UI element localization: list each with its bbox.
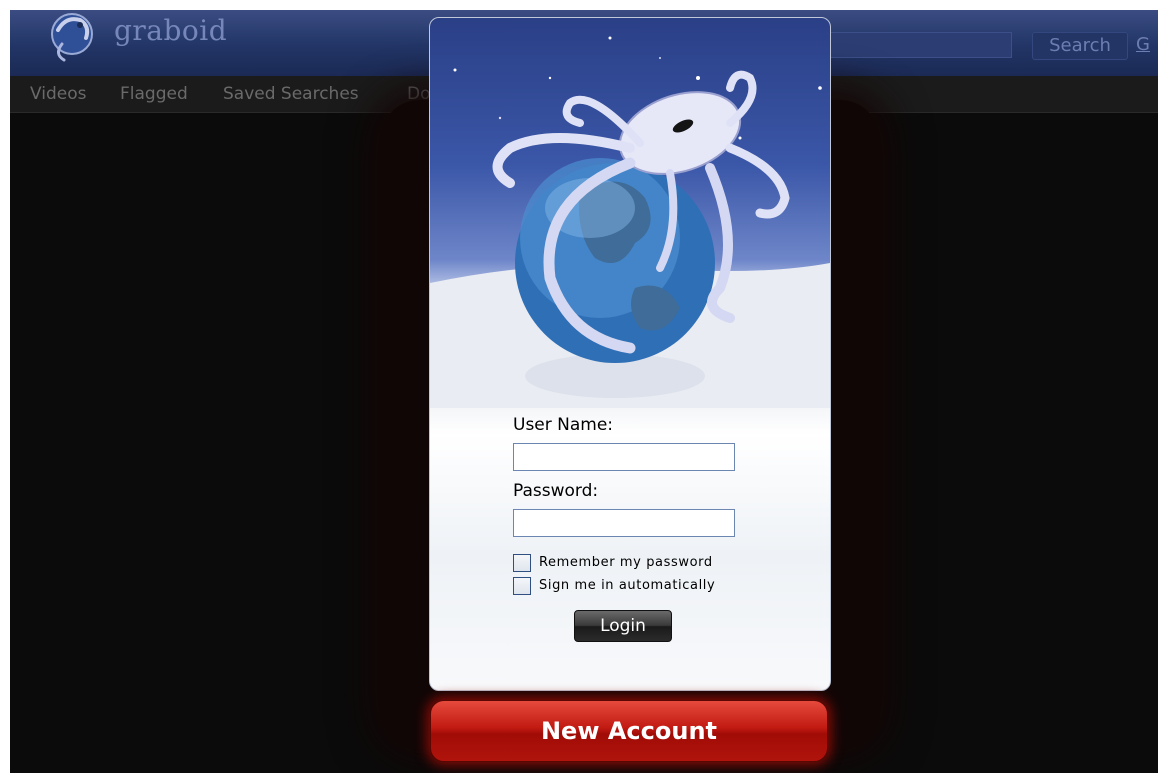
- remember-password-label: Remember my password: [539, 555, 713, 570]
- header-link-cutoff[interactable]: G: [1136, 32, 1158, 58]
- sign-in-auto-checkbox[interactable]: [513, 577, 531, 595]
- username-label: User Name:: [513, 415, 614, 435]
- octopus-globe-logo-icon: [51, 13, 93, 62]
- nav-item-flagged[interactable]: Flagged: [120, 76, 188, 112]
- nav-item-saved-searches[interactable]: Saved Searches: [223, 76, 359, 112]
- nav-item-videos[interactable]: Videos: [30, 76, 87, 112]
- username-input[interactable]: [513, 443, 735, 471]
- octopus-globe-illustration-icon: [430, 36, 830, 408]
- login-button[interactable]: Login: [574, 610, 672, 642]
- logo-text: graboid: [114, 14, 228, 47]
- app-window: graboid Search G Videos Flagged Saved Se…: [10, 10, 1158, 773]
- remember-password-checkbox[interactable]: [513, 554, 531, 572]
- login-dialog: User Name: Password: Remember my passwor…: [429, 17, 831, 691]
- graboid-logo[interactable]: graboid: [36, 10, 276, 70]
- password-input[interactable]: [513, 509, 735, 537]
- search-input[interactable]: [828, 32, 1012, 58]
- search-button[interactable]: Search: [1032, 32, 1128, 60]
- new-account-button[interactable]: New Account: [430, 700, 828, 762]
- password-label: Password:: [513, 481, 599, 501]
- sign-in-auto-label: Sign me in automatically: [539, 578, 716, 593]
